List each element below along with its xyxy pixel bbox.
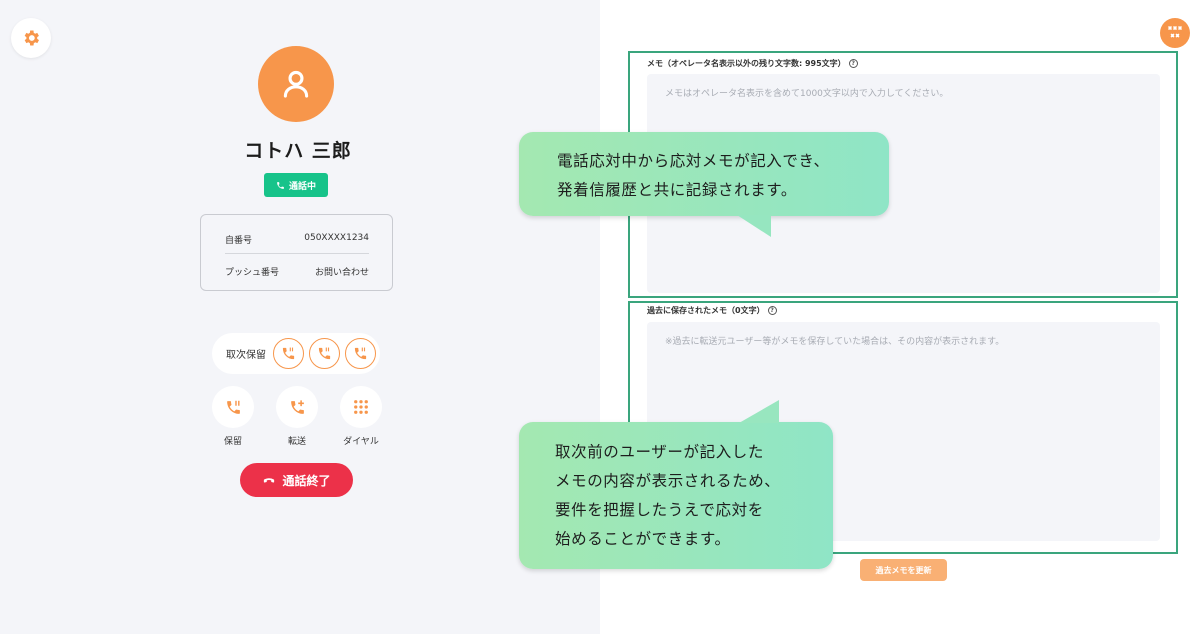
- call-panel: コトハ 三郎 通話中 自番号 050XXXX1234 プッシュ番号 お問い合わせ…: [0, 0, 600, 634]
- call-status-badge: 通話中: [264, 173, 328, 197]
- call-info-box: 自番号 050XXXX1234 プッシュ番号 お問い合わせ: [200, 214, 393, 291]
- past-memo-label-text: 過去に保存されたメモ（0文字）: [647, 306, 765, 315]
- callout-memo-entry: 電話応対中から応対メモが記入でき、 発着信履歴と共に記録されます。: [519, 132, 889, 237]
- hold-button[interactable]: [212, 386, 254, 428]
- help-icon[interactable]: ?: [767, 306, 777, 315]
- info-row-own-number: 自番号 050XXXX1234: [225, 233, 369, 246]
- transfer-button[interactable]: [276, 386, 318, 428]
- end-call-label: 通話終了: [282, 473, 331, 488]
- callout-text-line: 取次前のユーザーが記入した: [555, 443, 764, 461]
- pickup-hold-slot-3[interactable]: [345, 338, 376, 369]
- phone-hold-icon: [354, 347, 367, 360]
- caller-name: コトハ 三郎: [244, 140, 352, 162]
- info-label: プッシュ番号: [225, 268, 280, 278]
- phone-hold-icon: [318, 347, 331, 360]
- callout-text-line: メモの内容が表示されるため、: [555, 472, 781, 490]
- memo-label: メモ（オペレータ名表示以外の残り文字数: 995文字） ?: [647, 58, 858, 69]
- phone-icon: [277, 181, 284, 189]
- callout-tail: [737, 215, 771, 237]
- divider: [225, 253, 369, 254]
- caller-avatar: [258, 46, 334, 122]
- callout-text-line: 要件を把握したうえで応対を: [555, 501, 764, 519]
- pickup-hold-slot-1[interactable]: [273, 338, 304, 369]
- help-icon[interactable]: ?: [848, 59, 858, 68]
- info-row-push-number: プッシュ番号 お問い合わせ: [225, 265, 369, 278]
- past-memo-label: 過去に保存されたメモ（0文字） ?: [647, 305, 777, 316]
- info-value: 050XXXX1234: [304, 233, 369, 243]
- phone-hold-icon: [282, 347, 295, 360]
- phone-pause-icon: [226, 400, 240, 414]
- info-label: 自番号: [225, 236, 253, 246]
- pickup-hold-label: 取次保留: [226, 350, 266, 361]
- dial-button[interactable]: [340, 386, 382, 428]
- phone-transfer-icon: [290, 399, 304, 414]
- call-status-text: 通話中: [288, 181, 316, 192]
- info-value: お問い合わせ: [314, 268, 369, 278]
- memo-label-text: メモ（オペレータ名表示以外の残り文字数: 995文字）: [647, 59, 846, 68]
- settings-button[interactable]: [11, 18, 51, 58]
- user-icon: [283, 70, 309, 98]
- dial-label: ダイヤル: [343, 437, 379, 447]
- brand-logo: [1160, 18, 1190, 48]
- gear-icon: [24, 30, 39, 46]
- callout-tail: [739, 400, 779, 423]
- dialpad-icon: [354, 400, 368, 414]
- callout-text-line: 発着信履歴と共に記録されます。: [557, 181, 797, 199]
- hangup-icon: [264, 478, 275, 483]
- callout-text-line: 電話応対中から応対メモが記入でき、: [557, 152, 830, 170]
- callout-past-memo: 取次前のユーザーが記入した メモの内容が表示されるため、 要件を把握したうえで応…: [519, 400, 833, 569]
- callout-text-line: 始めることができます。: [555, 530, 731, 548]
- pickup-hold-group: 取次保留: [212, 333, 380, 374]
- update-past-memo-button[interactable]: 過去メモを更新: [860, 559, 947, 581]
- end-call-button[interactable]: 通話終了: [240, 463, 353, 497]
- pickup-hold-slot-2[interactable]: [309, 338, 340, 369]
- brand-logo-icon: [1168, 26, 1182, 38]
